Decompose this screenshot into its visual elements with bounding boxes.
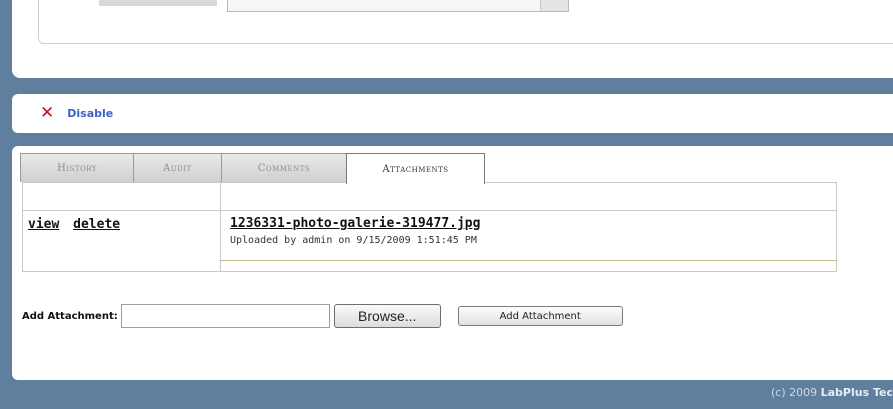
details-panel	[12, 0, 893, 78]
row-divider	[220, 260, 837, 261]
header-row-divider	[23, 210, 836, 211]
table-row-actions: view delete	[28, 217, 126, 232]
browse-button[interactable]: Browse...	[333, 304, 441, 328]
field-label-fragment	[99, 0, 217, 6]
disable-link[interactable]: ✕ Disable	[40, 105, 113, 122]
tab-history[interactable]: History	[20, 153, 134, 182]
add-attachment-button[interactable]: Add Attachment	[457, 306, 623, 326]
copyright-text: (c) 2009	[771, 386, 821, 399]
attachments-table: view delete 1236331-photo-galerie-319477…	[22, 182, 837, 272]
disable-label: Disable	[67, 107, 114, 120]
tab-bar: History Audit Comments Attachments	[20, 153, 485, 184]
upload-info: Uploaded by admin on 9/15/2009 1:51:45 P…	[230, 235, 477, 246]
select-arrow-icon[interactable]	[540, 0, 568, 11]
footer: (c) 2009 LabPlus Tec	[771, 386, 893, 399]
details-select-field[interactable]	[227, 0, 569, 12]
brand-name: LabPlus Tec	[820, 386, 893, 399]
column-divider	[220, 183, 221, 271]
view-link[interactable]: view	[28, 217, 59, 232]
delete-link[interactable]: delete	[73, 217, 120, 232]
tab-attachments[interactable]: Attachments	[346, 153, 485, 184]
close-x-icon: ✕	[40, 103, 55, 123]
tab-comments[interactable]: Comments	[221, 153, 347, 182]
action-bar: ✕ Disable	[12, 94, 893, 133]
attachment-file-link[interactable]: 1236331-photo-galerie-319477.jpg	[230, 216, 480, 231]
tab-comments-label: Comments	[257, 162, 311, 174]
file-path-input[interactable]	[120, 304, 330, 328]
tab-attachments-label: Attachments	[382, 163, 449, 175]
tab-history-label: History	[57, 162, 97, 174]
add-attachment-label: Add Attachment:	[22, 310, 118, 322]
add-attachment-row: Add Attachment: Browse... Add Attachment	[22, 304, 623, 328]
details-box	[38, 0, 893, 44]
tab-audit[interactable]: Audit	[133, 153, 222, 182]
attachments-panel: History Audit Comments Attachments view …	[12, 146, 893, 380]
tab-audit-label: Audit	[163, 162, 192, 174]
